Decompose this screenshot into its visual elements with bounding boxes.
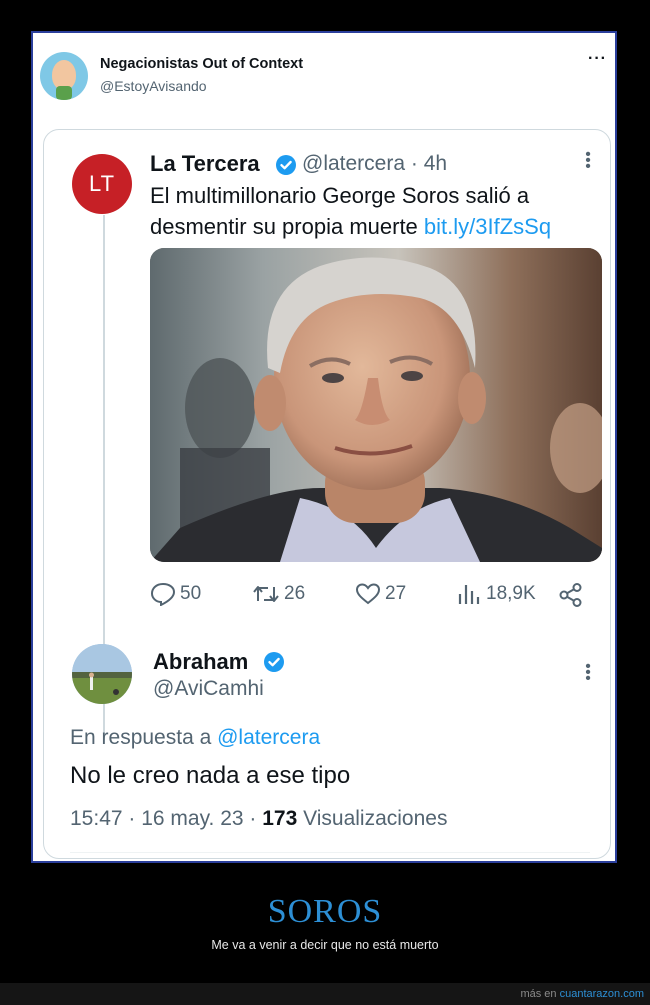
reply-icon — [150, 582, 176, 606]
footer-credit: más en cuantarazon.com — [520, 988, 644, 1000]
like-button[interactable]: 27 — [355, 582, 406, 606]
caption-subtitle: Me va a venir a decir que no está muerto — [211, 938, 439, 952]
tweet-photo[interactable] — [150, 248, 602, 562]
more-icon[interactable]: ··· — [588, 50, 607, 68]
caption-title: SOROS — [267, 893, 383, 930]
portrait-image — [150, 248, 602, 562]
views-count: 18,9K — [486, 583, 536, 604]
tweet-meta: 15:47 · 16 may. 23 · 173 Visualizaciones — [70, 807, 447, 831]
avatar[interactable]: LT — [72, 154, 132, 214]
reply-author-name[interactable]: Abraham — [153, 649, 248, 675]
quoted-author-handle[interactable]: @latercera · 4h — [302, 152, 447, 176]
quoted-tweet-text: El multimillonario George Soros salió a … — [150, 180, 602, 242]
handle-text: @latercera — [302, 152, 406, 175]
reply-count: 50 — [180, 583, 202, 604]
quoted-thread-card[interactable]: LT La Tercera @latercera · 4h • • • El mul… — [43, 129, 611, 859]
tweet-actions: 50 26 27 18,9K — [150, 582, 602, 612]
more-icon[interactable]: • • • — [585, 659, 591, 687]
quoted-author-name[interactable]: La Tercera — [150, 151, 260, 177]
timestamp[interactable]: · 4h — [411, 152, 447, 175]
more-icon[interactable]: • • • — [585, 147, 591, 175]
divider — [70, 852, 590, 853]
views-button[interactable]: 18,9K — [456, 582, 536, 606]
reply-to-prefix: En respuesta a — [70, 726, 212, 749]
heart-icon — [355, 583, 381, 605]
reply-context: En respuesta a @latercera — [70, 726, 320, 750]
footer-bar: más en cuantarazon.com — [0, 983, 650, 1005]
views-count: 173 — [262, 807, 298, 830]
tweet-screenshot-frame: Negacionistas Out of Context @EstoyAvisa… — [31, 31, 617, 863]
like-count: 27 — [385, 583, 407, 604]
views-icon — [458, 585, 480, 604]
tweet-link[interactable]: bit.ly/3IfZsSq — [424, 214, 551, 239]
share-icon — [559, 583, 582, 607]
author-name[interactable]: Negacionistas Out of Context — [100, 56, 303, 72]
avatar[interactable] — [40, 52, 88, 100]
reply-button[interactable]: 50 — [150, 582, 201, 606]
timestamp[interactable]: 15:47 · 16 may. 23 · — [70, 807, 256, 830]
reply-to-mention[interactable]: @latercera — [217, 726, 320, 749]
reply-tweet-text: No le creo nada a ese tipo — [70, 762, 351, 789]
footer-site-link[interactable]: cuantarazon.com — [560, 988, 644, 1000]
avatar-photo — [72, 644, 132, 704]
avatar[interactable] — [72, 644, 132, 704]
author-handle[interactable]: @EstoyAvisando — [100, 78, 207, 94]
views-label: Visualizaciones — [303, 807, 448, 830]
reply-author-handle[interactable]: @AviCamhi — [153, 677, 264, 701]
share-button[interactable] — [558, 582, 588, 608]
retweet-button[interactable]: 26 — [252, 582, 305, 606]
outer-tweet-header: Negacionistas Out of Context @EstoyAvisa… — [33, 33, 615, 123]
verified-badge-icon — [276, 155, 296, 175]
footer-prefix: más en — [520, 988, 557, 1000]
retweet-icon — [253, 586, 279, 602]
verified-badge-icon — [264, 652, 284, 672]
retweet-count: 26 — [284, 583, 306, 604]
